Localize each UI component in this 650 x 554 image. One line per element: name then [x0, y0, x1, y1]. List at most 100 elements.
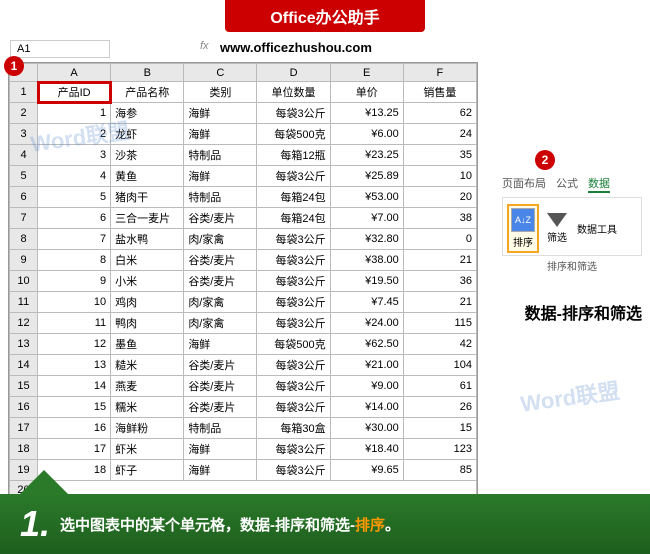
- col-header[interactable]: F: [403, 64, 476, 82]
- cell[interactable]: 海参: [111, 103, 184, 124]
- cell[interactable]: 每箱24包: [257, 187, 330, 208]
- cell[interactable]: 糙米: [111, 355, 184, 376]
- cell[interactable]: 1: [38, 103, 111, 124]
- filter-button[interactable]: 筛选: [545, 211, 569, 246]
- cell[interactable]: 5: [38, 187, 111, 208]
- cell[interactable]: ¥30.00: [330, 418, 403, 439]
- cell[interactable]: 35: [403, 145, 476, 166]
- cell[interactable]: 每箱12瓶: [257, 145, 330, 166]
- header-cell[interactable]: 单价: [330, 82, 403, 103]
- cell[interactable]: ¥7.00: [330, 208, 403, 229]
- cell[interactable]: 10: [403, 166, 476, 187]
- cell[interactable]: 海鲜: [184, 124, 257, 145]
- col-header[interactable]: A: [38, 64, 111, 82]
- cell[interactable]: ¥53.00: [330, 187, 403, 208]
- cell[interactable]: ¥6.00: [330, 124, 403, 145]
- cell[interactable]: ¥14.00: [330, 397, 403, 418]
- cell[interactable]: 每袋3公斤: [257, 439, 330, 460]
- cell[interactable]: 谷类/麦片: [184, 397, 257, 418]
- cell[interactable]: 12: [38, 334, 111, 355]
- cell[interactable]: 虾米: [111, 439, 184, 460]
- cell[interactable]: 每袋3公斤: [257, 250, 330, 271]
- cell[interactable]: 每袋3公斤: [257, 271, 330, 292]
- row-header[interactable]: 14: [10, 355, 38, 376]
- cell[interactable]: 6: [38, 208, 111, 229]
- cell[interactable]: 三合一麦片: [111, 208, 184, 229]
- cell[interactable]: 沙茶: [111, 145, 184, 166]
- cell[interactable]: 特制品: [184, 187, 257, 208]
- header-cell[interactable]: 类别: [184, 82, 257, 103]
- cell[interactable]: 龙虾: [111, 124, 184, 145]
- tab-layout[interactable]: 页面布局: [502, 175, 546, 193]
- row-header[interactable]: 10: [10, 271, 38, 292]
- cell[interactable]: 白米: [111, 250, 184, 271]
- cell[interactable]: ¥9.00: [330, 376, 403, 397]
- cell[interactable]: ¥13.25: [330, 103, 403, 124]
- cell[interactable]: 燕麦: [111, 376, 184, 397]
- cell[interactable]: 鸭肉: [111, 313, 184, 334]
- header-cell[interactable]: 销售量: [403, 82, 476, 103]
- cell[interactable]: 鸡肉: [111, 292, 184, 313]
- cell[interactable]: 10: [38, 292, 111, 313]
- col-header[interactable]: D: [257, 64, 330, 82]
- tab-data[interactable]: 数据: [588, 175, 610, 193]
- cell[interactable]: 每袋3公斤: [257, 313, 330, 334]
- cell[interactable]: ¥32.80: [330, 229, 403, 250]
- cell[interactable]: 61: [403, 376, 476, 397]
- row-header[interactable]: 12: [10, 313, 38, 334]
- row-header[interactable]: 17: [10, 418, 38, 439]
- cell[interactable]: 每袋500克: [257, 124, 330, 145]
- cell[interactable]: 15: [38, 397, 111, 418]
- cell[interactable]: 海鲜: [184, 103, 257, 124]
- cell[interactable]: 小米: [111, 271, 184, 292]
- cell[interactable]: 海鲜: [184, 166, 257, 187]
- row-header[interactable]: 1: [10, 82, 38, 103]
- cell[interactable]: ¥62.50: [330, 334, 403, 355]
- row-header[interactable]: 2: [10, 103, 38, 124]
- cell[interactable]: 猪肉干: [111, 187, 184, 208]
- cell[interactable]: 特制品: [184, 418, 257, 439]
- cell[interactable]: 115: [403, 313, 476, 334]
- col-header[interactable]: B: [111, 64, 184, 82]
- cell[interactable]: 每袋3公斤: [257, 355, 330, 376]
- cell[interactable]: 每袋500克: [257, 334, 330, 355]
- header-cell[interactable]: 单位数量: [257, 82, 330, 103]
- row-header[interactable]: 11: [10, 292, 38, 313]
- cell[interactable]: ¥7.45: [330, 292, 403, 313]
- cell[interactable]: 盐水鸭: [111, 229, 184, 250]
- cell[interactable]: 123: [403, 439, 476, 460]
- cell[interactable]: 每袋3公斤: [257, 103, 330, 124]
- fx-icon[interactable]: fx: [200, 40, 209, 52]
- cell[interactable]: 谷类/麦片: [184, 376, 257, 397]
- spreadsheet[interactable]: ABCDEF1产品ID产品名称类别单位数量单价销售量21海参海鲜每袋3公斤¥13…: [8, 62, 478, 520]
- cell[interactable]: 每袋3公斤: [257, 397, 330, 418]
- row-header[interactable]: 15: [10, 376, 38, 397]
- cell[interactable]: 85: [403, 460, 476, 481]
- cell[interactable]: 谷类/麦片: [184, 250, 257, 271]
- cell[interactable]: 黄鱼: [111, 166, 184, 187]
- cell[interactable]: 墨鱼: [111, 334, 184, 355]
- cell[interactable]: 海鲜: [184, 460, 257, 481]
- cell[interactable]: 海鲜: [184, 334, 257, 355]
- cell[interactable]: 每箱24包: [257, 208, 330, 229]
- row-header[interactable]: 16: [10, 397, 38, 418]
- cell[interactable]: 4: [38, 166, 111, 187]
- cell[interactable]: 每袋3公斤: [257, 229, 330, 250]
- cell[interactable]: 谷类/麦片: [184, 271, 257, 292]
- header-cell[interactable]: 产品名称: [111, 82, 184, 103]
- cell[interactable]: 15: [403, 418, 476, 439]
- cell[interactable]: 每袋3公斤: [257, 292, 330, 313]
- cell[interactable]: 11: [38, 313, 111, 334]
- cell[interactable]: 104: [403, 355, 476, 376]
- cell[interactable]: 谷类/麦片: [184, 355, 257, 376]
- cell[interactable]: 38: [403, 208, 476, 229]
- cell[interactable]: 13: [38, 355, 111, 376]
- row-header[interactable]: 5: [10, 166, 38, 187]
- cell[interactable]: 肉/家禽: [184, 229, 257, 250]
- row-header[interactable]: 18: [10, 439, 38, 460]
- cell[interactable]: 9: [38, 271, 111, 292]
- header-cell[interactable]: 产品ID: [38, 82, 111, 103]
- cell[interactable]: ¥38.00: [330, 250, 403, 271]
- row-header[interactable]: 6: [10, 187, 38, 208]
- cell[interactable]: 每袋3公斤: [257, 376, 330, 397]
